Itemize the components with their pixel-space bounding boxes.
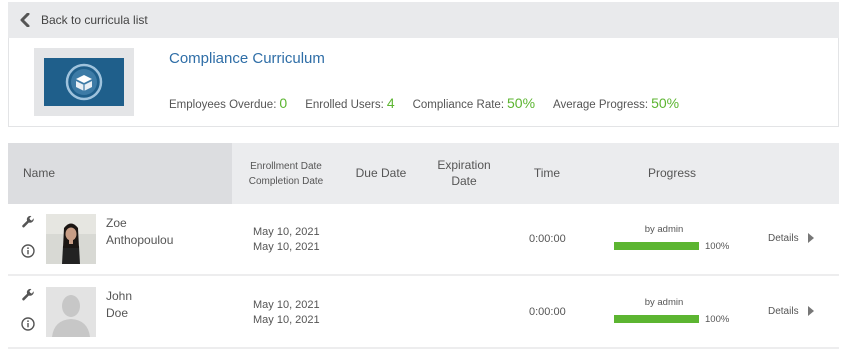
box-icon bbox=[65, 63, 103, 101]
curriculum-title: Compliance Curriculum bbox=[169, 50, 325, 67]
curriculum-thumbnail bbox=[34, 48, 134, 116]
time-value: 0:00:00 bbox=[529, 233, 566, 245]
back-to-list-link[interactable]: Back to curricula list bbox=[8, 2, 839, 38]
caret-right-icon bbox=[807, 305, 817, 317]
progress-percent: 100% bbox=[705, 314, 730, 325]
chevron-left-icon bbox=[18, 12, 32, 28]
caret-right-icon bbox=[807, 232, 817, 244]
enrollment-completion-dates: May 10, 2021 May 10, 2021 bbox=[253, 299, 320, 326]
details-link[interactable]: Details bbox=[768, 305, 817, 317]
info-icon[interactable] bbox=[20, 243, 36, 259]
curriculum-detail-page: Back to curricula list Compliance Curric… bbox=[0, 0, 845, 354]
column-header-expiration[interactable]: Expiration Date bbox=[426, 157, 502, 189]
column-header-name[interactable]: Name bbox=[23, 165, 55, 181]
column-header-progress[interactable]: Progress bbox=[628, 165, 716, 181]
table-row: Zoe Anthopoulou May 10, 2021 May 10, 202… bbox=[8, 204, 839, 276]
stat-employees-overdue: Employees Overdue: 0 bbox=[169, 95, 288, 111]
user-name[interactable]: John Doe bbox=[106, 288, 132, 322]
users-table: Name Enrollment Date Completion Date Due… bbox=[8, 143, 839, 349]
column-header-dates[interactable]: Enrollment Date Completion Date bbox=[240, 159, 332, 189]
curriculum-stats: Employees Overdue: 0 Enrolled Users: 4 C… bbox=[169, 95, 697, 111]
stat-compliance-rate: Compliance Rate: 50% bbox=[412, 95, 536, 111]
table-header: Name Enrollment Date Completion Date Due… bbox=[8, 143, 839, 204]
enrollment-completion-dates: May 10, 2021 May 10, 2021 bbox=[253, 226, 320, 253]
table-row: John Doe May 10, 2021 May 10, 2021 0:00:… bbox=[8, 277, 839, 349]
column-header-due-date[interactable]: Due Date bbox=[348, 165, 414, 181]
column-header-time[interactable]: Time bbox=[518, 165, 576, 181]
time-value: 0:00:00 bbox=[529, 306, 566, 318]
progress-bar bbox=[614, 242, 699, 250]
info-icon[interactable] bbox=[20, 316, 36, 332]
details-link[interactable]: Details bbox=[768, 232, 817, 244]
wrench-icon[interactable] bbox=[20, 214, 36, 230]
progress-bar bbox=[614, 315, 699, 323]
user-name[interactable]: Zoe Anthopoulou bbox=[106, 215, 173, 249]
stat-enrolled-users: Enrolled Users: 4 bbox=[305, 95, 395, 111]
curriculum-summary: Compliance Curriculum Employees Overdue:… bbox=[8, 38, 839, 127]
progress-percent: 100% bbox=[705, 241, 730, 252]
progress-by: by admin bbox=[644, 224, 684, 235]
avatar bbox=[46, 214, 96, 264]
progress-by: by admin bbox=[644, 297, 684, 308]
stat-average-progress: Average Progress: 50% bbox=[553, 95, 680, 111]
wrench-icon[interactable] bbox=[20, 287, 36, 303]
avatar bbox=[46, 287, 96, 337]
back-label: Back to curricula list bbox=[41, 13, 148, 27]
